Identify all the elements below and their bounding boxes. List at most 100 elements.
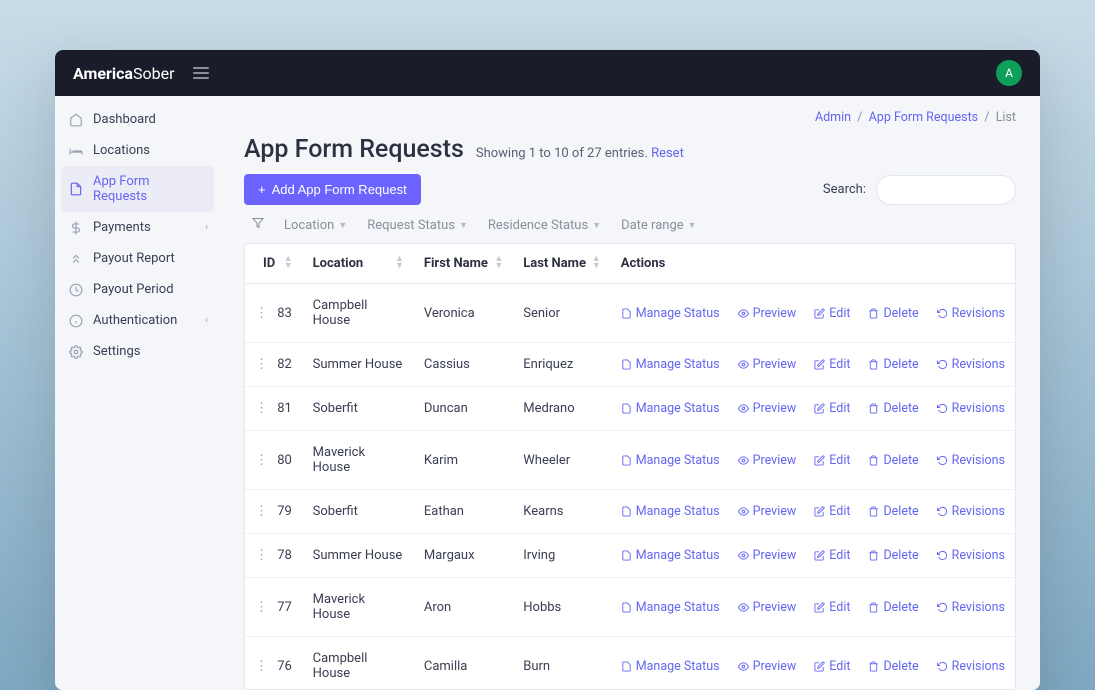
sidebar-item-label: Payout Period — [93, 282, 174, 297]
cell-id: ⋮ 77 — [245, 578, 303, 637]
sidebar-item-payout-period[interactable]: Payout Period — [55, 274, 220, 305]
action-manage[interactable]: Manage Status — [621, 659, 720, 674]
action-revisions[interactable]: Revisions — [937, 504, 1005, 519]
row-menu-icon[interactable]: ⋮ — [255, 401, 268, 416]
action-edit[interactable]: Edit — [814, 357, 850, 372]
action-delete[interactable]: Delete — [868, 453, 918, 468]
col-location[interactable]: Location▲▼ — [303, 244, 414, 284]
action-manage[interactable]: Manage Status — [621, 548, 720, 563]
row-menu-icon[interactable]: ⋮ — [255, 548, 268, 563]
action-delete[interactable]: Delete — [868, 504, 918, 519]
cell-location: Soberfit — [303, 387, 414, 431]
col-last-name[interactable]: Last Name▲▼ — [513, 244, 610, 284]
actions-cell: Manage Status Preview Edit Delete Revisions — [621, 357, 1005, 372]
table-row: ⋮ 79SoberfitEathanKearnsManage StatusPre… — [245, 490, 1015, 534]
filter-date-range[interactable]: Date range ▼ — [621, 218, 697, 233]
action-delete[interactable]: Delete — [868, 306, 918, 321]
sidebar-item-payout-report[interactable]: Payout Report — [55, 243, 220, 274]
sidebar-item-settings[interactable]: Settings — [55, 336, 220, 367]
action-revisions[interactable]: Revisions — [937, 357, 1005, 372]
action-revisions[interactable]: Revisions — [937, 453, 1005, 468]
cell-last-name: Wheeler — [513, 431, 610, 490]
breadcrumb-admin[interactable]: Admin — [815, 110, 851, 125]
action-delete[interactable]: Delete — [868, 401, 918, 416]
col-first-name[interactable]: First Name▲▼ — [414, 244, 513, 284]
action-revisions[interactable]: Revisions — [937, 548, 1005, 563]
filter-icon[interactable] — [252, 217, 264, 233]
search-wrap: Search: — [823, 175, 1016, 205]
sort-icon: ▲▼ — [284, 256, 293, 270]
chevron-left-icon: ‹ — [205, 315, 208, 326]
action-edit[interactable]: Edit — [814, 548, 850, 563]
sidebar-item-payments[interactable]: Payments‹ — [55, 212, 220, 243]
filter-request-status[interactable]: Request Status ▼ — [367, 218, 468, 233]
action-preview[interactable]: Preview — [738, 357, 797, 372]
action-edit[interactable]: Edit — [814, 504, 850, 519]
action-manage[interactable]: Manage Status — [621, 600, 720, 615]
brand: AmericaSober — [73, 64, 209, 83]
sort-icon: ▲▼ — [592, 256, 601, 270]
action-manage[interactable]: Manage Status — [621, 504, 720, 519]
action-preview[interactable]: Preview — [738, 659, 797, 674]
row-menu-icon[interactable]: ⋮ — [255, 659, 268, 674]
sidebar-item-locations[interactable]: Locations — [55, 135, 220, 166]
action-delete[interactable]: Delete — [868, 659, 918, 674]
actions-cell: Manage Status Preview Edit Delete Revisions — [621, 504, 1005, 519]
menu-toggle-icon[interactable] — [193, 67, 209, 79]
file-icon — [69, 182, 83, 196]
action-preview[interactable]: Preview — [738, 504, 797, 519]
action-revisions[interactable]: Revisions — [937, 401, 1005, 416]
action-edit[interactable]: Edit — [814, 306, 850, 321]
sidebar-item-dashboard[interactable]: Dashboard — [55, 104, 220, 135]
chevron-left-icon: ‹ — [205, 222, 208, 233]
clock-icon — [69, 283, 83, 297]
breadcrumb-mid[interactable]: App Form Requests — [869, 110, 978, 125]
action-preview[interactable]: Preview — [738, 548, 797, 563]
row-menu-icon[interactable]: ⋮ — [255, 453, 268, 468]
action-manage[interactable]: Manage Status — [621, 453, 720, 468]
cell-last-name: Irving — [513, 534, 610, 578]
action-preview[interactable]: Preview — [738, 306, 797, 321]
sidebar-item-label: Dashboard — [93, 112, 156, 127]
row-menu-icon[interactable]: ⋮ — [255, 357, 268, 372]
info-icon — [69, 314, 83, 328]
heading-row: App Form Requests Showing 1 to 10 of 27 … — [244, 135, 1016, 164]
filter-residence-status[interactable]: Residence Status ▼ — [488, 218, 601, 233]
action-edit[interactable]: Edit — [814, 401, 850, 416]
action-delete[interactable]: Delete — [868, 600, 918, 615]
sidebar-item-label: Payout Report — [93, 251, 175, 266]
action-manage[interactable]: Manage Status — [621, 306, 720, 321]
search-input[interactable] — [876, 175, 1016, 205]
action-preview[interactable]: Preview — [738, 401, 797, 416]
actions-cell: Manage Status Preview Edit Delete Revisions — [621, 600, 1005, 615]
action-edit[interactable]: Edit — [814, 453, 850, 468]
avatar[interactable]: A — [996, 60, 1022, 86]
sidebar-item-authentication[interactable]: Authentication‹ — [55, 305, 220, 336]
add-app-form-request-button[interactable]: + Add App Form Request — [244, 174, 421, 205]
action-manage[interactable]: Manage Status — [621, 357, 720, 372]
filter-location[interactable]: Location ▼ — [284, 218, 347, 233]
cell-first-name: Duncan — [414, 387, 513, 431]
action-preview[interactable]: Preview — [738, 453, 797, 468]
reset-link[interactable]: Reset — [651, 146, 684, 161]
cell-location: Campbell House — [303, 637, 414, 690]
cell-location: Summer House — [303, 534, 414, 578]
row-menu-icon[interactable]: ⋮ — [255, 306, 268, 321]
action-manage[interactable]: Manage Status — [621, 401, 720, 416]
action-revisions[interactable]: Revisions — [937, 659, 1005, 674]
action-delete[interactable]: Delete — [868, 357, 918, 372]
cell-id: ⋮ 79 — [245, 490, 303, 534]
action-revisions[interactable]: Revisions — [937, 600, 1005, 615]
table-row: ⋮ 80Maverick HouseKarimWheelerManage Sta… — [245, 431, 1015, 490]
sidebar-item-app-form-requests[interactable]: App Form Requests — [61, 166, 214, 212]
body: DashboardLocationsApp Form RequestsPayme… — [55, 96, 1040, 690]
action-revisions[interactable]: Revisions — [937, 306, 1005, 321]
action-edit[interactable]: Edit — [814, 600, 850, 615]
action-delete[interactable]: Delete — [868, 548, 918, 563]
action-edit[interactable]: Edit — [814, 659, 850, 674]
cell-id: ⋮ 83 — [245, 284, 303, 343]
row-menu-icon[interactable]: ⋮ — [255, 600, 268, 615]
row-menu-icon[interactable]: ⋮ — [255, 504, 268, 519]
action-preview[interactable]: Preview — [738, 600, 797, 615]
col-id[interactable]: ID▲▼ — [245, 244, 303, 284]
